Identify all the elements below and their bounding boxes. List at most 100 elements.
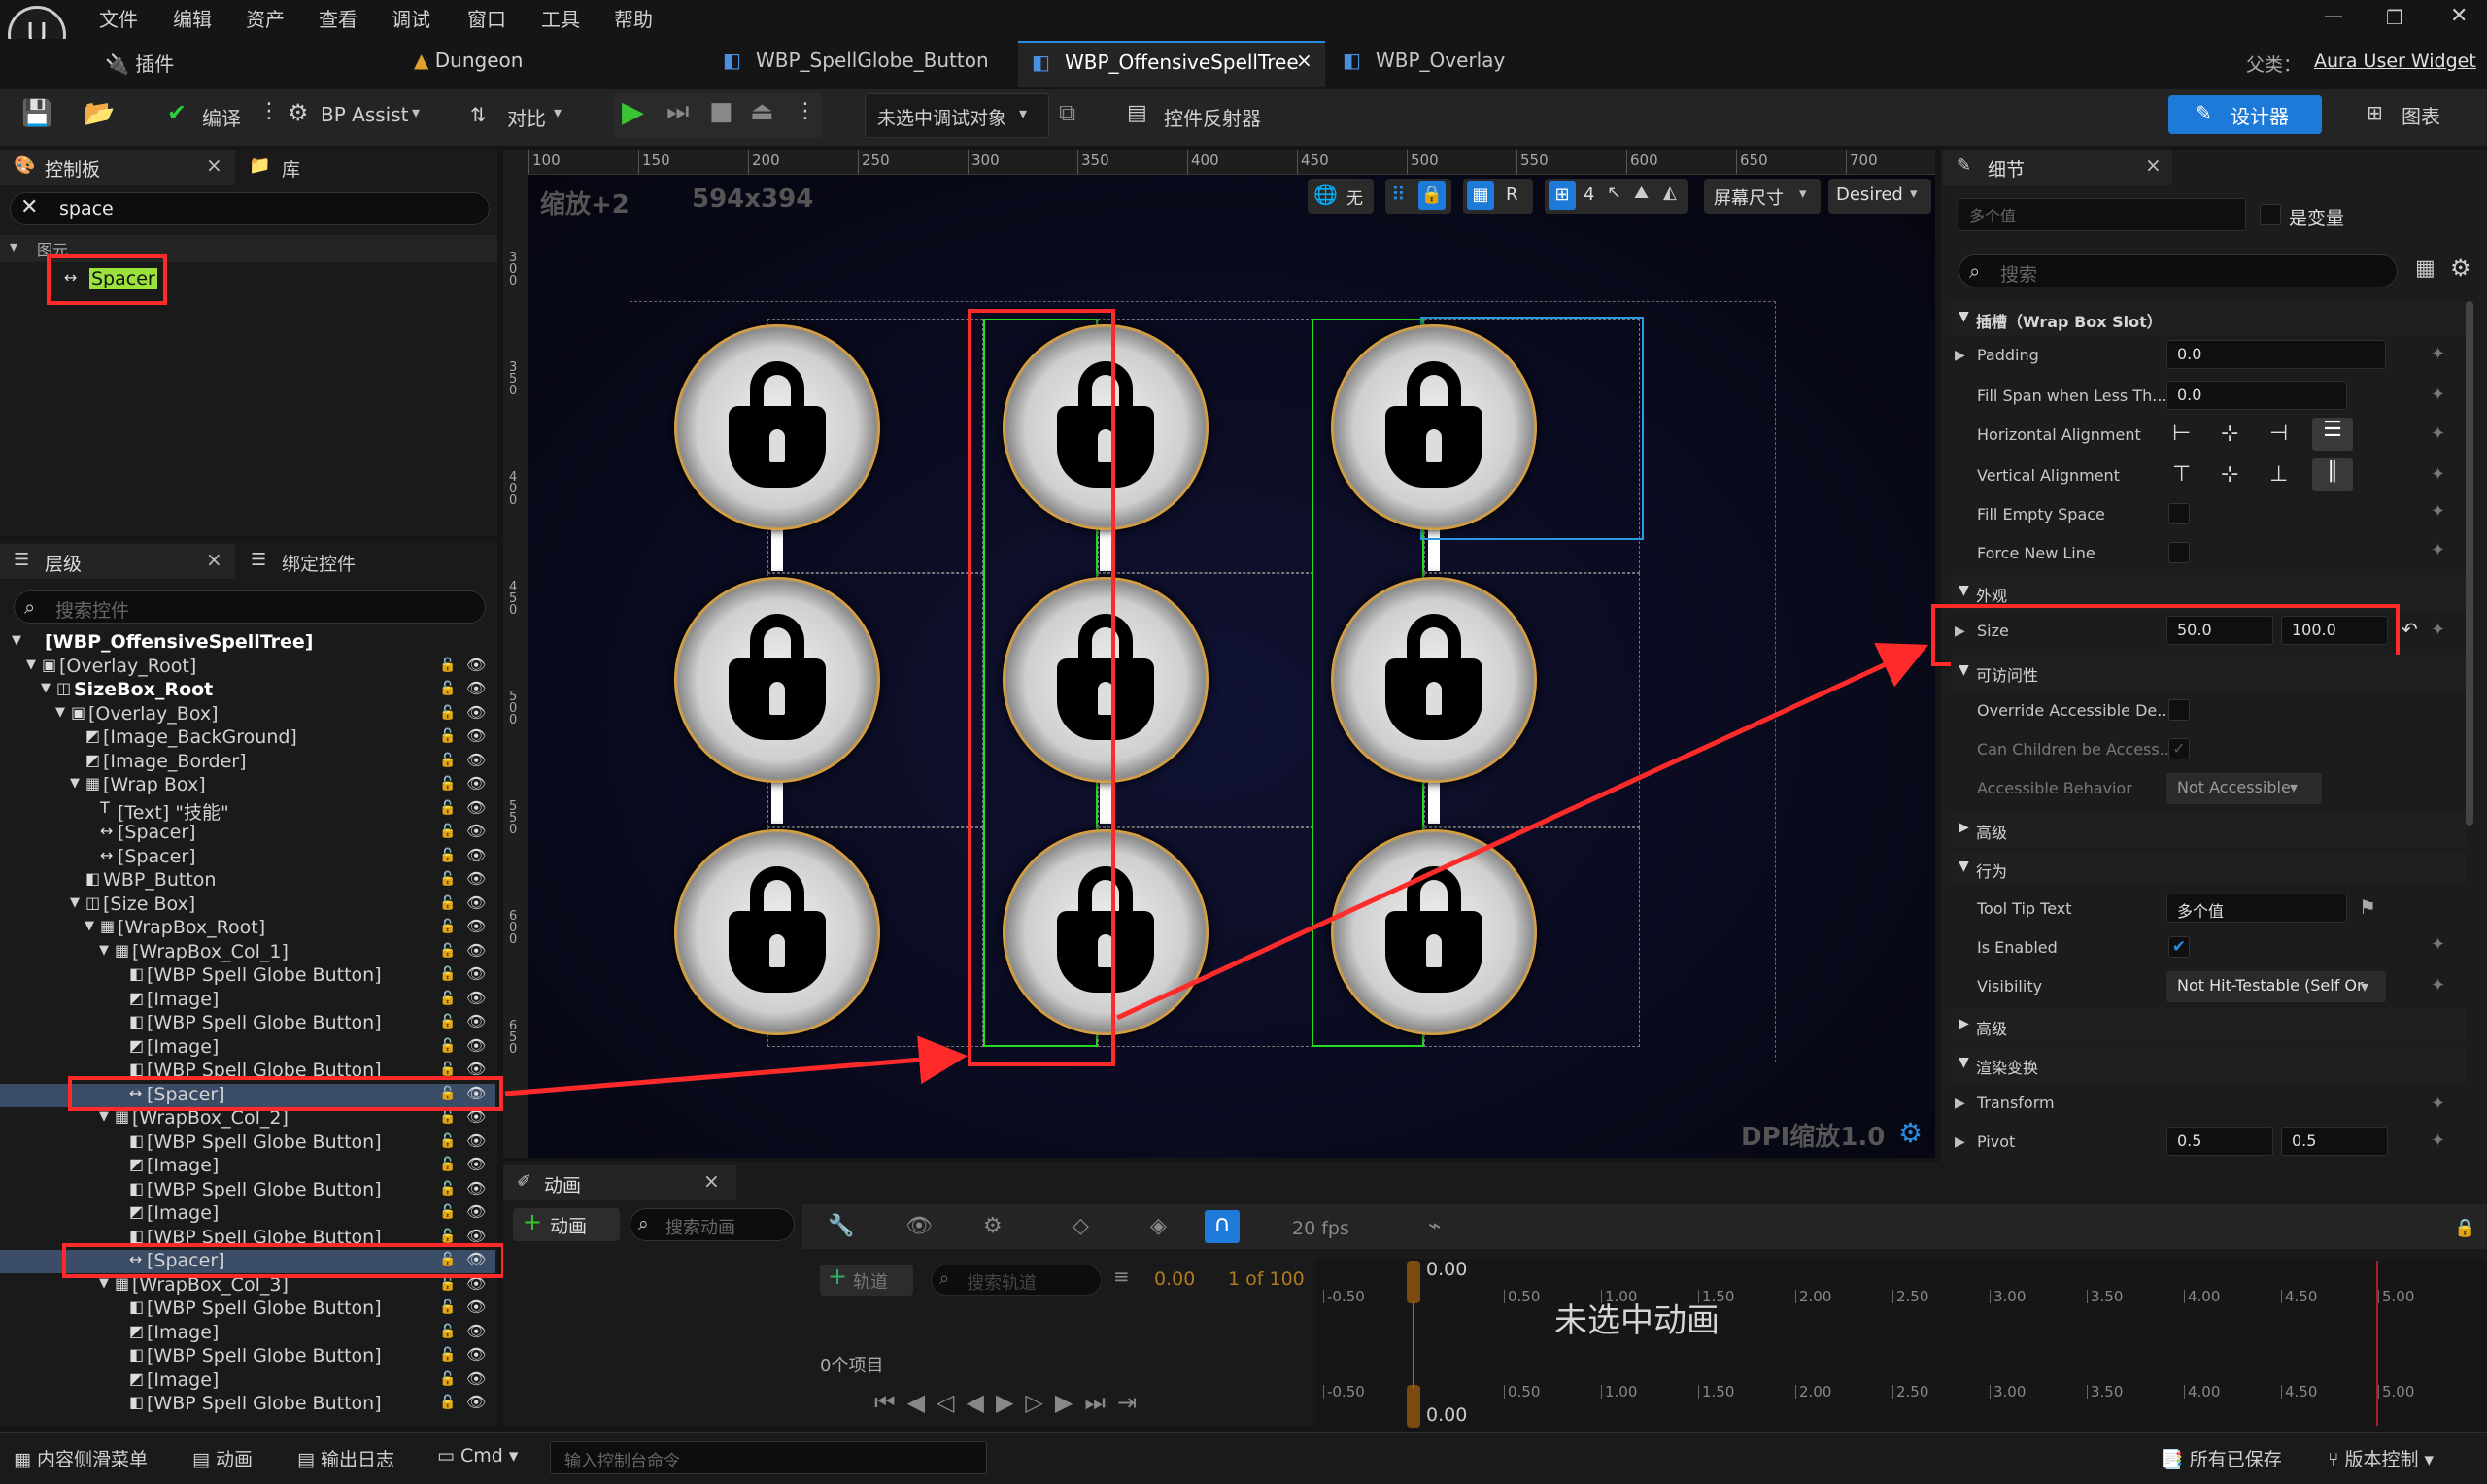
- menu-file[interactable]: 文件: [99, 4, 138, 32]
- lock-icon[interactable]: 🔓: [439, 1062, 456, 1077]
- close-tab-icon[interactable]: ×: [703, 1169, 720, 1193]
- widget-reflector-button[interactable]: ▤ 控件反射器: [1127, 95, 1273, 138]
- hierarchy-item[interactable]: ▼ ◫ [Size Box] 🔓 👁: [0, 894, 495, 917]
- chevron-down-icon[interactable]: ▼: [12, 633, 21, 648]
- stop-icon[interactable]: ■: [709, 97, 733, 126]
- visibility-eye-icon[interactable]: 👁: [466, 798, 486, 817]
- align-right-icon[interactable]: ⊣: [2269, 422, 2288, 446]
- tab-overlay[interactable]: ◧ WBP_Overlay: [1329, 41, 1522, 87]
- lock-icon[interactable]: 🔓: [439, 1347, 456, 1363]
- grid-snap-toggle[interactable]: ⊞ 4 ↖ ⛰ ◭: [1545, 179, 1688, 214]
- visibility-eye-icon[interactable]: 👁: [466, 917, 486, 935]
- override-accessible-checkbox[interactable]: [2168, 699, 2190, 721]
- lock-icon[interactable]: 🔓: [439, 800, 456, 816]
- parent-class-link[interactable]: Aura User Widget: [2314, 51, 2476, 72]
- hierarchy-item[interactable]: ◩ [Image] 🔓 👁: [0, 989, 495, 1012]
- plugin-tab[interactable]: 🔌 插件: [105, 49, 174, 77]
- curve-editor-icon[interactable]: ⌁: [1428, 1214, 1441, 1238]
- chevron-down-icon[interactable]: ▼: [55, 705, 65, 720]
- settings-gear-icon[interactable]: ⚙: [2450, 254, 2471, 282]
- menu-help[interactable]: 帮助: [614, 4, 653, 32]
- align-center-icon[interactable]: ⊹: [2221, 422, 2238, 446]
- table-view-icon[interactable]: ▦: [2415, 256, 2436, 281]
- hierarchy-item[interactable]: ↔ [Spacer] 🔓 👁: [0, 846, 495, 869]
- reset-pin-icon[interactable]: ✦: [2431, 501, 2445, 522]
- spell-globe-button[interactable]: [1331, 324, 1537, 530]
- fill-screen-dropdown[interactable]: Desired ▾: [1828, 179, 1931, 214]
- spell-globe-button[interactable]: [674, 577, 880, 783]
- lock-view-icon[interactable]: 🔒: [2454, 1218, 2475, 1238]
- visibility-eye-icon[interactable]: 👁: [466, 1322, 486, 1340]
- hierarchy-item[interactable]: ◧ [WBP Spell Globe Button] 🔓 👁: [0, 1393, 495, 1416]
- lock-icon[interactable]: 🔓: [439, 776, 456, 792]
- lock-toggle[interactable]: ⠿ 🔒: [1385, 179, 1451, 214]
- visibility-eye-icon[interactable]: 👁: [466, 726, 486, 745]
- magnet-icon[interactable]: ∩: [1205, 1210, 1240, 1243]
- timeline-area[interactable]: [1315, 1259, 2487, 1430]
- lock-icon[interactable]: 🔓: [439, 658, 456, 673]
- dpi-settings-icon[interactable]: ⚙: [1898, 1117, 1923, 1149]
- spell-globe-button[interactable]: [674, 324, 880, 530]
- visibility-eye-icon[interactable]: 👁: [466, 656, 486, 674]
- section-render-transform[interactable]: ▼ 渲染变换: [1951, 1047, 2466, 1082]
- align-bottom-icon[interactable]: ⊥: [2269, 462, 2288, 487]
- lock-icon[interactable]: 🔓: [439, 681, 456, 696]
- tab-offensive-spell-tree[interactable]: ◧ WBP_OffensiveSpellTree ×: [1018, 41, 1325, 87]
- source-control-button[interactable]: ⑂ 版本控制 ▾: [2328, 1445, 2434, 1471]
- dungeon-tab[interactable]: ▲ Dungeon: [414, 49, 523, 72]
- hierarchy-item[interactable]: ◩ [Image_Border] 🔓 👁: [0, 751, 495, 774]
- spell-globe-button[interactable]: [674, 829, 880, 1035]
- hierarchy-item[interactable]: ◧ [WBP Spell Globe Button] 🔓 👁: [0, 1131, 495, 1155]
- hierarchy-item[interactable]: ◩ [Image_BackGround] 🔓 👁: [0, 726, 495, 750]
- chevron-right-icon[interactable]: ▶: [1955, 348, 1965, 363]
- lock-icon[interactable]: 🔓: [439, 824, 456, 839]
- details-tab[interactable]: ✎ 细节 ×: [1943, 150, 2172, 185]
- locale-preview-button[interactable]: 🌐 无: [1308, 179, 1374, 214]
- hierarchy-item[interactable]: ◧ [WBP Spell Globe Button] 🔓 👁: [0, 964, 495, 988]
- hierarchy-item[interactable]: ▼ ▦ [WrapBox_Col_1] 🔓 👁: [0, 941, 495, 964]
- hierarchy-item[interactable]: ▼ ▣ [Overlay_Root] 🔓 👁: [0, 656, 495, 679]
- hierarchy-item[interactable]: ◧ [WBP Spell Globe Button] 🔓 👁: [0, 1179, 495, 1202]
- transport-icons[interactable]: ⏮◀◁◀▶▷▶⏭⇥: [874, 1389, 1148, 1416]
- visibility-eye-icon[interactable]: 👁: [466, 894, 486, 912]
- lock-icon[interactable]: 🔓: [439, 1395, 456, 1410]
- play-icon[interactable]: ▶: [622, 95, 644, 129]
- output-log-button[interactable]: ▤ 输出日志: [297, 1445, 394, 1471]
- more-play-icon[interactable]: ⋮: [795, 99, 816, 123]
- respect-locks-toggle[interactable]: ▦ R: [1463, 179, 1533, 214]
- lock-icon[interactable]: 🔓: [439, 895, 456, 911]
- visibility-eye-icon[interactable]: 👁: [466, 774, 486, 793]
- spell-globe-button[interactable]: [1331, 829, 1537, 1035]
- eject-icon[interactable]: ⏏: [750, 97, 774, 126]
- section-behavior[interactable]: ▼ 行为: [1951, 851, 2466, 886]
- pivot-y-field[interactable]: 0.5: [2281, 1127, 2388, 1156]
- chevron-down-icon[interactable]: ▼: [41, 681, 51, 695]
- playhead-top[interactable]: [1407, 1261, 1420, 1303]
- visibility-eye-icon[interactable]: 👁: [466, 751, 486, 769]
- restore-icon[interactable]: ❐: [2386, 6, 2403, 29]
- hierarchy-item[interactable]: T [Text] "技能" 🔓 👁: [0, 798, 495, 824]
- bind-flag-icon[interactable]: ⚑: [2359, 895, 2376, 919]
- visibility-eye-icon[interactable]: 👁: [466, 1393, 486, 1411]
- menu-view[interactable]: 查看: [319, 4, 358, 32]
- fill-span-field[interactable]: 0.0: [2166, 381, 2347, 410]
- reset-pin-icon[interactable]: ✦: [2431, 423, 2445, 444]
- tab-spellglobe-button[interactable]: ◧ WBP_SpellGlobe_Button: [709, 41, 1006, 87]
- reset-pin-icon[interactable]: ✦: [2431, 385, 2445, 405]
- lock-icon[interactable]: 🔓: [439, 728, 456, 744]
- hierarchy-item[interactable]: ▼ ▣ [Overlay_Box] 🔓 👁: [0, 703, 495, 726]
- visibility-eye-icon[interactable]: 👁: [466, 869, 486, 888]
- lock-icon[interactable]: 🔓: [439, 871, 456, 887]
- graph-mode-button[interactable]: ⊞ 图表: [2363, 95, 2470, 134]
- section-advanced-1[interactable]: ▶ 高级: [1951, 812, 2466, 847]
- lock-icon[interactable]: 🔓: [439, 1014, 456, 1029]
- hierarchy-item[interactable]: ◧ WBP_Button 🔓 👁: [0, 869, 495, 893]
- visibility-eye-icon[interactable]: 👁: [466, 846, 486, 864]
- palette-tab[interactable]: 🎨 控制板 ×: [0, 150, 235, 185]
- force-new-line-checkbox[interactable]: [2168, 542, 2190, 563]
- add-track-button[interactable]: + 轨道: [820, 1263, 913, 1296]
- widget-name-field[interactable]: 多个值: [1959, 198, 2246, 231]
- visibility-eye-icon[interactable]: 👁: [466, 1202, 486, 1221]
- eye-icon[interactable]: 👁: [905, 1214, 933, 1238]
- visibility-eye-icon[interactable]: 👁: [466, 1298, 486, 1316]
